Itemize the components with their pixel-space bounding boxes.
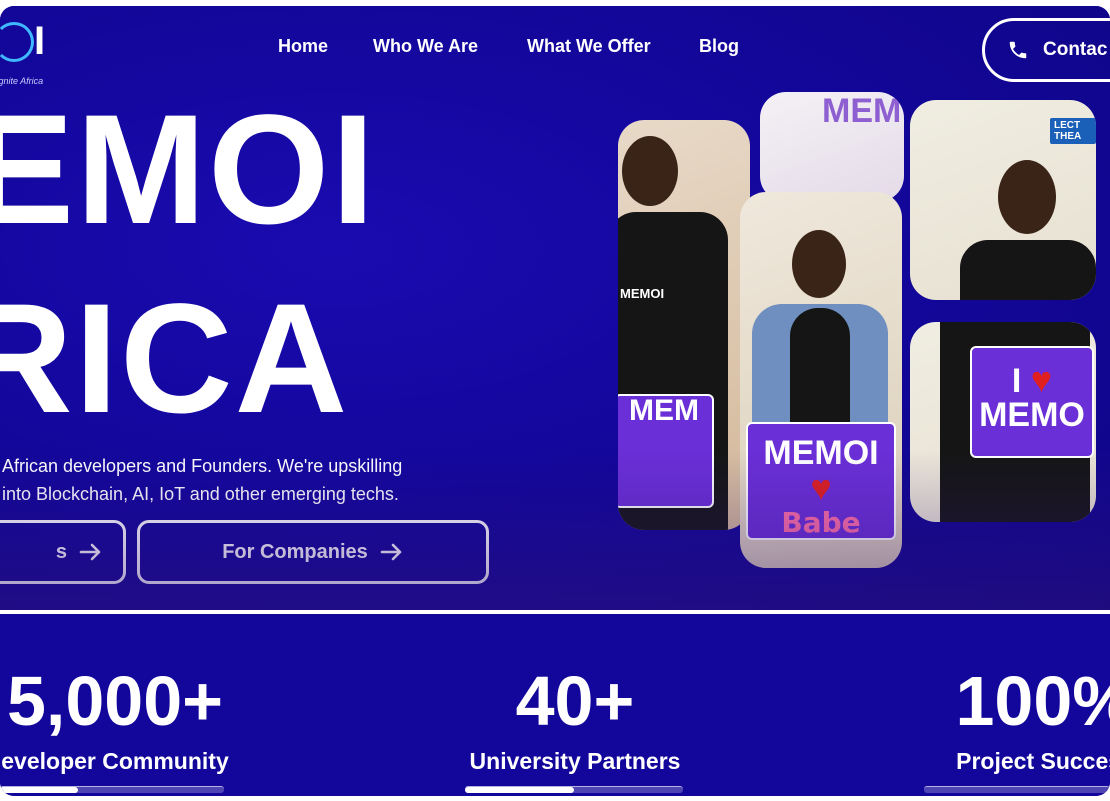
person-hoodie — [960, 240, 1096, 300]
photo-tile-top-center: MEM — [760, 92, 904, 202]
stat-progress-bar — [465, 786, 683, 793]
photo-tile-left: MEMOI MEM — [618, 120, 750, 530]
arrow-right-icon — [380, 543, 402, 561]
stat-label: eveloper Community — [1, 748, 229, 774]
logo-letter: I — [34, 19, 46, 63]
nav-blog[interactable]: Blog — [699, 36, 739, 57]
stat-label: Project Success — [956, 748, 1110, 774]
hero-desc-line1: African developers and Founders. We're u… — [2, 456, 403, 476]
photo-collage: MEMOI MEM MEM MEMOI ♥ Babe LECT THEA I ♥… — [618, 92, 1098, 572]
hero-title-line1: EMOI — [0, 83, 377, 257]
sign-memoi-babe: MEMOI ♥ Babe — [746, 422, 896, 540]
shirt-logo: MEMOI — [620, 286, 665, 301]
person-head — [998, 160, 1056, 234]
contact-button[interactable]: Contac — [982, 18, 1110, 82]
sign1-sub: Babe — [781, 506, 861, 539]
stat-community: 5,000+ eveloper Community — [0, 666, 260, 775]
person-head — [622, 136, 678, 206]
nav-who-we-are[interactable]: Who We Are — [373, 36, 478, 57]
nav-what-we-offer[interactable]: What We Offer — [527, 36, 651, 57]
sign2-line2: MEMO — [979, 396, 1085, 434]
sign-partial-text: MEM — [629, 394, 699, 427]
contact-label: Contac — [1043, 39, 1108, 60]
sign2-line1: I — [1011, 362, 1022, 400]
sign-partial: MEM — [618, 394, 714, 508]
stat-value: 5,000+ — [6, 662, 224, 740]
btn-companies-label: For Companies — [222, 540, 368, 563]
stat-progress-bar — [924, 786, 1110, 793]
hero-title-line2: RICA — [0, 272, 350, 446]
sign-i-love-memoi: I ♥ MEMO — [970, 346, 1094, 458]
heart-icon: ♥ — [810, 467, 832, 508]
logo-ring-icon — [0, 22, 34, 62]
room-sign: LECT THEA — [1050, 118, 1096, 144]
stats-section: 5,000+ eveloper Community 40+ University… — [0, 614, 1110, 796]
hero-section: I Ignite Africa Home Who We Are What We … — [0, 6, 1110, 610]
hero-description: African developers and Founders. We're u… — [2, 452, 472, 508]
photo-tile-top-right: LECT THEA — [910, 100, 1096, 300]
photo-tile-bottom-right: I ♥ MEMO — [910, 322, 1096, 522]
stat-value: 40+ — [515, 662, 635, 740]
page-frame: I Ignite Africa Home Who We Are What We … — [0, 6, 1110, 796]
arrow-right-icon — [79, 543, 101, 561]
for-companies-button[interactable]: For Companies — [137, 520, 489, 584]
memoi-logo[interactable]: I Ignite Africa — [0, 18, 64, 86]
phone-icon — [1009, 41, 1027, 59]
heart-icon: ♥ — [1030, 359, 1053, 400]
stat-progress-bar — [0, 786, 224, 793]
stat-label: University Partners — [469, 748, 681, 774]
hero-desc-line2: into Blockchain, AI, IoT and other emerg… — [2, 484, 399, 504]
nav-home[interactable]: Home — [278, 36, 328, 57]
btn-developers-label: s — [55, 540, 67, 563]
stat-projects: 100% Project Success — [900, 666, 1110, 775]
stat-universities: 40+ University Partners — [430, 666, 720, 775]
stat-value: 100% — [955, 662, 1110, 740]
photo-tile-center: MEMOI ♥ Babe — [740, 192, 902, 568]
person-head — [792, 230, 846, 298]
wall-logo: MEM — [822, 92, 902, 130]
for-developers-button[interactable]: s — [0, 520, 126, 584]
